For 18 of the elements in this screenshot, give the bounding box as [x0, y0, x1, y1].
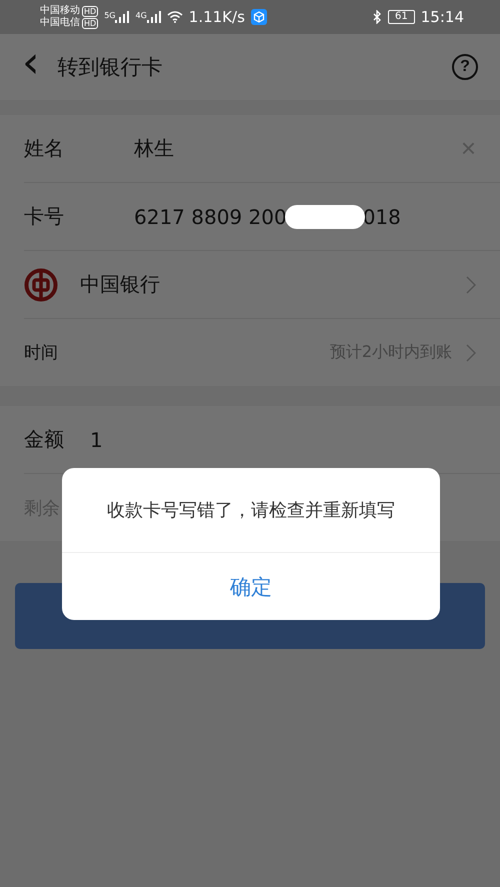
hd-badge: HD — [82, 6, 98, 16]
clock-time: 15:14 — [420, 8, 464, 26]
card-number-end: 018 — [362, 204, 401, 228]
field-label: 姓名 — [24, 135, 65, 162]
field-label: 时间 — [24, 342, 59, 364]
dialog-message: 收款卡号写错了，请检查并重新填写 — [62, 468, 440, 553]
network-label: 5G — [104, 11, 116, 20]
field-label: 金额 — [24, 426, 65, 453]
hd-badge: HD — [82, 18, 98, 28]
name-value: 林生 — [134, 135, 174, 162]
network-speed: 1.11K/s — [188, 8, 245, 26]
card-number-start: 6217 8809 200 — [134, 204, 287, 228]
network-label: 4G — [135, 11, 147, 20]
carrier-name: 中国电信 — [40, 17, 80, 29]
carrier-name: 中国移动 — [40, 5, 80, 16]
battery-level: 61 — [388, 10, 415, 24]
page-title: 转到银行卡 — [58, 54, 164, 81]
field-label: 卡号 — [24, 203, 65, 230]
